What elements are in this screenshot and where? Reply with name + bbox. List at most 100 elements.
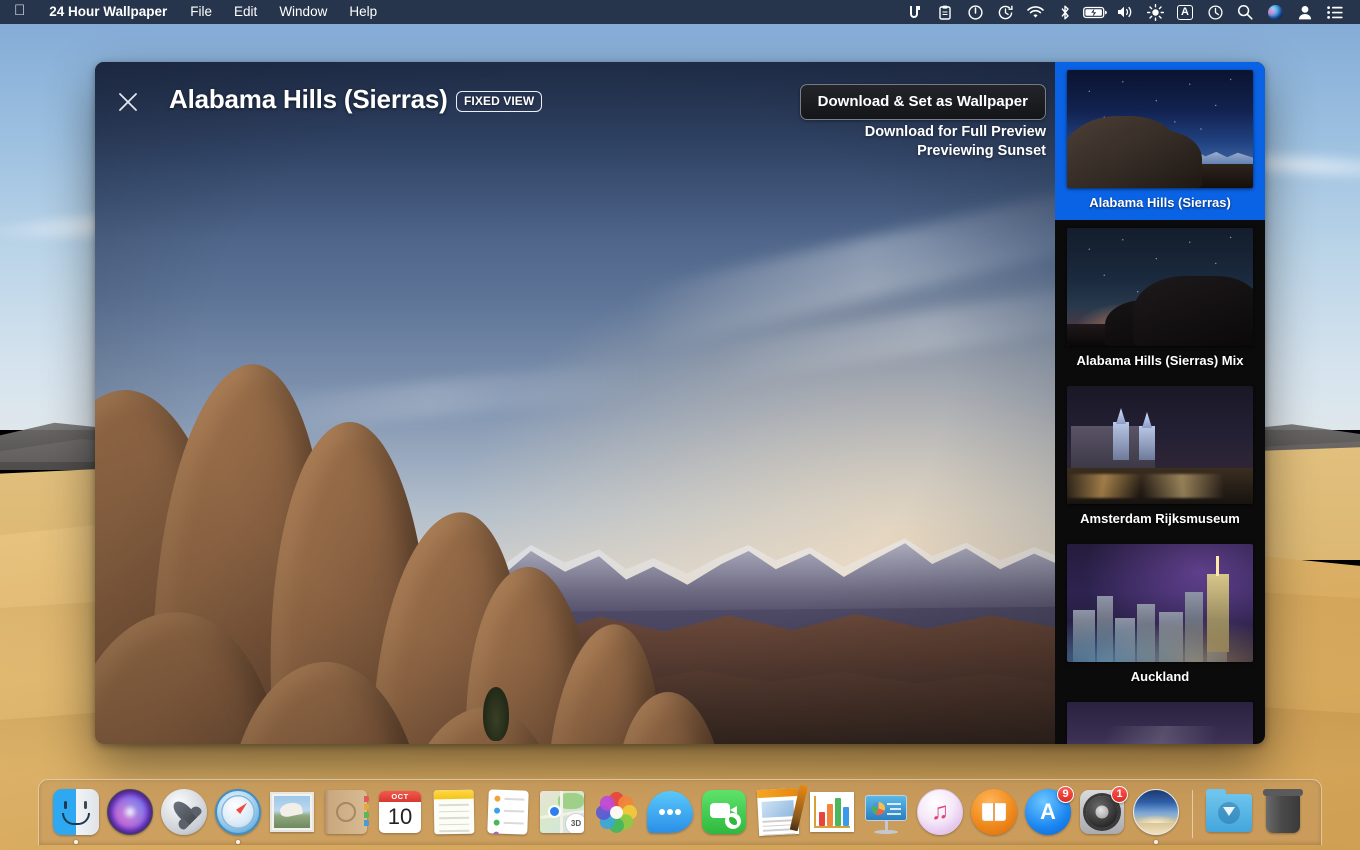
- sidebar-item-auckland[interactable]: Auckland: [1055, 536, 1265, 694]
- menu-window[interactable]: Window: [268, 0, 338, 24]
- maps-icon: 3D: [538, 788, 586, 836]
- download-full-preview-text: Download for Full Preview: [864, 124, 1046, 140]
- apple-menu-icon[interactable]: : [0, 0, 37, 24]
- dock-item-messages[interactable]: [643, 786, 697, 846]
- calendar-day: 10: [387, 804, 413, 829]
- dock-item-numbers[interactable]: [805, 786, 859, 846]
- input-source-label: A: [1177, 4, 1193, 20]
- menu-file[interactable]: File: [179, 0, 223, 24]
- dock-item-maps[interactable]: 3D: [535, 786, 589, 846]
- downloads-folder-icon: [1205, 788, 1253, 836]
- timer-icon[interactable]: [1200, 0, 1230, 24]
- input-source-icon[interactable]: A: [1170, 0, 1200, 24]
- mail-icon: [268, 788, 316, 836]
- download-set-wallpaper-button[interactable]: Download & Set as Wallpaper: [799, 84, 1046, 120]
- dock-item-mail[interactable]: [265, 786, 319, 846]
- thumbnail: [1067, 702, 1253, 744]
- running-indicator: [74, 840, 78, 844]
- wallpaper-app-icon: [1132, 788, 1180, 836]
- keynote-icon: [862, 788, 910, 836]
- dock-item-facetime[interactable]: [697, 786, 751, 846]
- preview-boulders: [95, 361, 731, 744]
- sidebar-item-label: Auckland: [1130, 669, 1190, 684]
- preview-header: Alabama Hills (Sierras) FIXED VIEW Downl…: [95, 62, 1055, 182]
- dock-item-siri[interactable]: [103, 786, 157, 846]
- sidebar-item-partial[interactable]: [1055, 694, 1265, 744]
- trash-icon: [1259, 788, 1307, 836]
- dock-item-contacts[interactable]: [319, 786, 373, 846]
- spotlight-search-icon[interactable]: [1230, 0, 1260, 24]
- sidebar-item-label: Amsterdam Rijksmuseum: [1080, 511, 1240, 526]
- dock-item-ibooks[interactable]: [967, 786, 1021, 846]
- dock-item-safari[interactable]: [211, 786, 265, 846]
- status-badge: FIXED VIEW: [456, 91, 543, 112]
- power-eject-icon[interactable]: [960, 0, 990, 24]
- battery-charging-icon[interactable]: [1080, 0, 1110, 24]
- close-icon[interactable]: [112, 86, 144, 118]
- dock-item-launchpad[interactable]: [157, 786, 211, 846]
- running-indicator: [1154, 840, 1158, 844]
- page-title: Alabama Hills (Sierras): [169, 84, 448, 114]
- menu-app-name[interactable]: 24 Hour Wallpaper: [37, 0, 179, 24]
- system-preferences-icon: 1: [1078, 786, 1128, 836]
- contacts-icon: [322, 788, 370, 836]
- brightness-icon[interactable]: [1140, 0, 1170, 24]
- menu-bar-status-area: A: [900, 0, 1360, 24]
- calendar-icon: OCT 10: [376, 788, 424, 836]
- siri-icon: [106, 788, 154, 836]
- running-indicator: [236, 840, 240, 844]
- facetime-icon: [700, 788, 748, 836]
- time-machine-icon[interactable]: [990, 0, 1020, 24]
- user-account-icon[interactable]: [1290, 0, 1320, 24]
- siri-orb-shape: [1267, 4, 1283, 20]
- dock-item-finder[interactable]: [49, 786, 103, 846]
- dock-item-pages[interactable]: [751, 784, 808, 846]
- badge-count: 1: [1111, 786, 1128, 803]
- wifi-icon[interactable]: [1020, 0, 1050, 24]
- itunes-icon: ♫: [916, 788, 964, 836]
- thumbnail: [1067, 386, 1253, 504]
- photos-icon: [592, 788, 640, 836]
- dock-item-photos[interactable]: [589, 786, 643, 846]
- menu-help[interactable]: Help: [338, 0, 388, 24]
- usb-icon[interactable]: [900, 0, 930, 24]
- dock-item-calendar[interactable]: OCT 10: [373, 786, 427, 846]
- sidebar-item-alabama-hills[interactable]: Alabama Hills (Sierras): [1055, 62, 1265, 220]
- preview-shrub: [483, 687, 509, 741]
- sidebar-item-label: Alabama Hills (Sierras): [1089, 195, 1231, 210]
- messages-icon: [646, 788, 694, 836]
- reminders-icon: [484, 788, 532, 836]
- thumbnail: [1067, 544, 1253, 662]
- sidebar-item-amsterdam-rijksmuseum[interactable]: Amsterdam Rijksmuseum: [1055, 378, 1265, 536]
- sidebar-item-alabama-hills-mix[interactable]: Alabama Hills (Sierras) Mix: [1055, 220, 1265, 378]
- launchpad-icon: [160, 788, 208, 836]
- pages-icon: [754, 784, 808, 837]
- menu-bar:  24 Hour Wallpaper File Edit Window Hel…: [0, 0, 1360, 24]
- dock-item-24-hour-wallpaper[interactable]: [1129, 786, 1183, 846]
- sidebar-item-label: Alabama Hills (Sierras) Mix: [1076, 353, 1244, 368]
- siri-orb-icon[interactable]: [1260, 0, 1290, 24]
- dock-item-app-store[interactable]: A 9: [1021, 786, 1075, 846]
- volume-icon[interactable]: [1110, 0, 1140, 24]
- thumbnail: [1067, 228, 1253, 346]
- safari-icon: [214, 788, 262, 836]
- thumbnail: [1067, 70, 1253, 188]
- app-store-icon: A 9: [1024, 786, 1074, 836]
- dock-item-system-preferences[interactable]: 1: [1075, 786, 1129, 846]
- ibooks-icon: [970, 788, 1018, 836]
- dock-item-reminders[interactable]: [481, 786, 535, 846]
- menu-edit[interactable]: Edit: [223, 0, 268, 24]
- dock-item-itunes[interactable]: ♫: [913, 786, 967, 846]
- previewing-state-text: Previewing Sunset: [917, 143, 1046, 159]
- dock-item-trash[interactable]: [1256, 786, 1310, 846]
- notification-center-icon[interactable]: [1320, 0, 1350, 24]
- clipboard-icon[interactable]: [930, 0, 960, 24]
- wallpaper-list-sidebar[interactable]: Alabama Hills (Sierras) Alabama Hills (S…: [1055, 62, 1265, 744]
- dock-item-notes[interactable]: [427, 786, 481, 846]
- dock-item-downloads[interactable]: [1202, 786, 1256, 846]
- calendar-month: OCT: [379, 791, 421, 802]
- bluetooth-icon[interactable]: [1050, 0, 1080, 24]
- wallpaper-preview-pane[interactable]: Alabama Hills (Sierras) FIXED VIEW Downl…: [95, 62, 1055, 744]
- menu-bar-left:  24 Hour Wallpaper File Edit Window Hel…: [0, 0, 388, 24]
- dock-item-keynote[interactable]: [859, 786, 913, 846]
